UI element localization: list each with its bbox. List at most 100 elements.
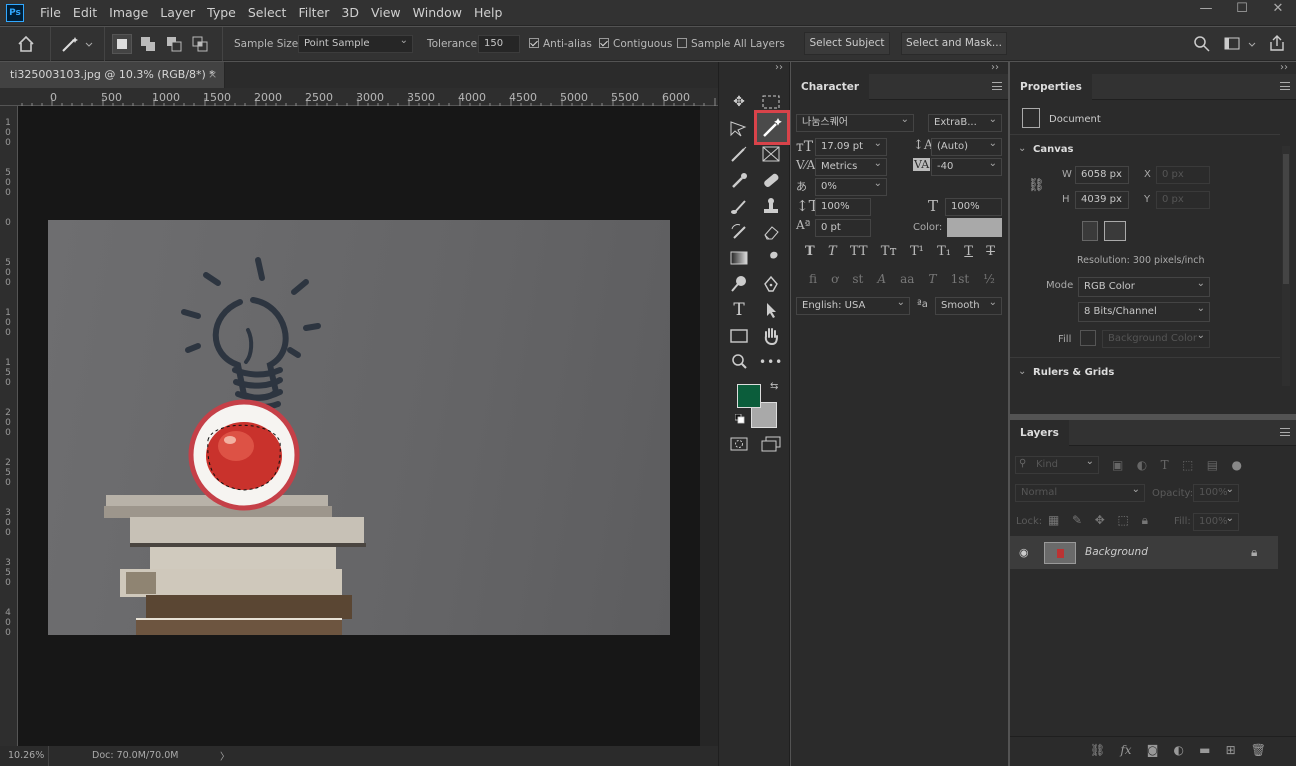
pen-tool-icon[interactable]	[759, 273, 783, 295]
frame-tool-icon[interactable]	[759, 143, 783, 165]
type-tool-icon[interactable]: T	[727, 299, 751, 321]
fill-input[interactable]: 100%	[1193, 511, 1239, 531]
hand-tool-icon[interactable]	[759, 325, 783, 347]
tool-preset-magic-wand-icon[interactable]	[60, 35, 94, 53]
home-icon[interactable]	[16, 35, 36, 53]
delete-layer-icon[interactable]: 🗑︎	[1251, 743, 1266, 757]
zoom-tool-icon[interactable]	[727, 351, 751, 373]
discretionary-ligatures-icon[interactable]: st	[852, 272, 863, 286]
foreground-color-swatch[interactable]	[737, 384, 761, 408]
faux-italic-icon[interactable]: T	[828, 244, 837, 259]
screen-mode-icon[interactable]	[759, 433, 783, 455]
more-tools-icon[interactable]: •••	[759, 351, 783, 373]
leading-input[interactable]: (Auto)	[931, 136, 1002, 156]
eyedropper-tool-icon[interactable]	[727, 169, 751, 191]
lock-transparent-icon[interactable]: ▦	[1048, 513, 1059, 528]
font-family-select[interactable]: 나눔스퀘어	[796, 112, 914, 132]
crop-tool-icon[interactable]	[727, 143, 751, 165]
menu-view[interactable]: View	[365, 0, 407, 26]
panel-menu-icon[interactable]	[1280, 82, 1290, 90]
menu-help[interactable]: Help	[468, 0, 509, 26]
subtract-from-selection-icon[interactable]	[164, 34, 184, 54]
properties-tab[interactable]: Properties	[1010, 74, 1092, 100]
link-layers-icon[interactable]: ⛓	[1090, 743, 1105, 757]
lock-position-icon[interactable]: ✥	[1095, 513, 1105, 528]
vertical-scale-input[interactable]: 100%	[815, 198, 871, 216]
underline-icon[interactable]: T	[964, 244, 973, 259]
font-style-select[interactable]: ExtraB...	[928, 112, 1002, 132]
opacity-input[interactable]: 100%	[1193, 482, 1239, 502]
smudge-tool-icon[interactable]	[759, 247, 783, 269]
swash-icon[interactable]: A	[877, 272, 886, 286]
magic-wand-tool-icon[interactable]	[754, 110, 790, 145]
text-color-swatch[interactable]	[947, 218, 1002, 237]
filter-shape-icon[interactable]: ⬚	[1182, 458, 1193, 472]
ordinals-icon[interactable]: 1st	[951, 272, 970, 286]
new-group-icon[interactable]: ▬	[1199, 743, 1210, 757]
fractions-icon[interactable]: ½	[983, 272, 995, 286]
faux-bold-icon[interactable]: T	[805, 244, 815, 259]
character-tab[interactable]: Character	[791, 74, 870, 100]
adjustment-layer-icon[interactable]: ◐	[1173, 743, 1183, 757]
document-image[interactable]	[48, 220, 670, 635]
x-input[interactable]: 0 px	[1156, 166, 1210, 184]
tolerance-input[interactable]: 150	[478, 35, 520, 53]
fill-swatch[interactable]	[1080, 330, 1096, 346]
mode-select[interactable]: RGB Color	[1078, 275, 1210, 297]
width-input[interactable]: 6058 px	[1075, 166, 1129, 184]
filter-type-icon[interactable]: T	[1161, 458, 1169, 472]
new-layer-icon[interactable]: ⊞	[1226, 743, 1236, 757]
bit-depth-select[interactable]: 8 Bits/Channel	[1078, 300, 1210, 322]
tsume-input[interactable]: 0%	[815, 176, 887, 196]
old-style-icon[interactable]: ơ	[831, 272, 838, 286]
chevron-down-icon[interactable]: ⌄	[1018, 143, 1026, 154]
filter-pixel-icon[interactable]: ▣	[1112, 458, 1123, 472]
baseline-shift-input[interactable]: 0 pt	[815, 219, 871, 237]
blend-mode-select[interactable]: Normal	[1015, 482, 1145, 502]
menu-layer[interactable]: Layer	[154, 0, 201, 26]
horizontal-scale-input[interactable]: 100%	[945, 198, 1002, 216]
brush-tool-icon[interactable]	[727, 195, 751, 217]
rectangle-tool-icon[interactable]	[727, 325, 751, 347]
share-icon[interactable]	[1268, 34, 1286, 52]
close-window-icon[interactable]: ✕	[1260, 0, 1296, 20]
panel-menu-icon[interactable]	[992, 82, 1002, 90]
contiguous-checkbox[interactable]: Contiguous	[599, 27, 672, 61]
strikethrough-icon[interactable]: T	[986, 244, 995, 259]
new-selection-icon[interactable]	[112, 34, 132, 54]
workspace-icon[interactable]	[1223, 35, 1259, 53]
path-selection-icon[interactable]	[759, 299, 783, 321]
ligatures-icon[interactable]: fi	[809, 272, 817, 286]
sample-size-select[interactable]: Point Sample	[298, 33, 413, 53]
menu-file[interactable]: File	[34, 0, 67, 26]
layer-name[interactable]: Background	[1085, 546, 1148, 558]
default-colors-icon[interactable]	[734, 413, 745, 424]
document-tab[interactable]: ti325003103.jpg @ 10.3% (RGB/8*) * ×	[0, 62, 225, 88]
chevron-down-icon[interactable]: ⌄	[1018, 366, 1026, 377]
language-select[interactable]: English: USA	[796, 295, 910, 315]
fill-select[interactable]: Background Color	[1102, 328, 1210, 348]
landscape-icon[interactable]	[1104, 221, 1126, 241]
visibility-eye-icon[interactable]: ◉	[1019, 546, 1029, 559]
swap-colors-icon[interactable]: ⇆	[770, 381, 778, 392]
layer-row[interactable]: ◉ Background 🔒︎	[1010, 536, 1278, 569]
anti-alias-checkbox[interactable]: Anti-alias	[529, 27, 592, 61]
quick-mask-icon[interactable]	[727, 433, 751, 455]
menu-image[interactable]: Image	[103, 0, 154, 26]
kerning-select[interactable]: Metrics	[815, 156, 887, 176]
healing-brush-icon[interactable]	[759, 169, 783, 191]
subscript-icon[interactable]: T₁	[937, 244, 951, 259]
minimize-icon[interactable]: —	[1188, 0, 1224, 20]
height-input[interactable]: 4039 px	[1075, 191, 1129, 209]
app-icon[interactable]: Ps	[6, 4, 24, 22]
lock-artboard-icon[interactable]: ⬚	[1118, 513, 1129, 528]
lasso-tool-icon[interactable]	[727, 117, 751, 139]
add-to-selection-icon[interactable]	[138, 34, 158, 54]
zoom-level[interactable]: 10.26%	[8, 750, 44, 761]
filter-smart-object-icon[interactable]: ▤	[1207, 458, 1218, 472]
search-icon[interactable]	[1193, 35, 1211, 53]
anti-alias-select[interactable]: Smooth	[935, 295, 1002, 315]
link-icon[interactable]: ⛓	[1028, 178, 1045, 193]
select-subject-button[interactable]: Select Subject	[804, 32, 890, 55]
font-size-input[interactable]: 17.09 pt	[815, 136, 887, 156]
